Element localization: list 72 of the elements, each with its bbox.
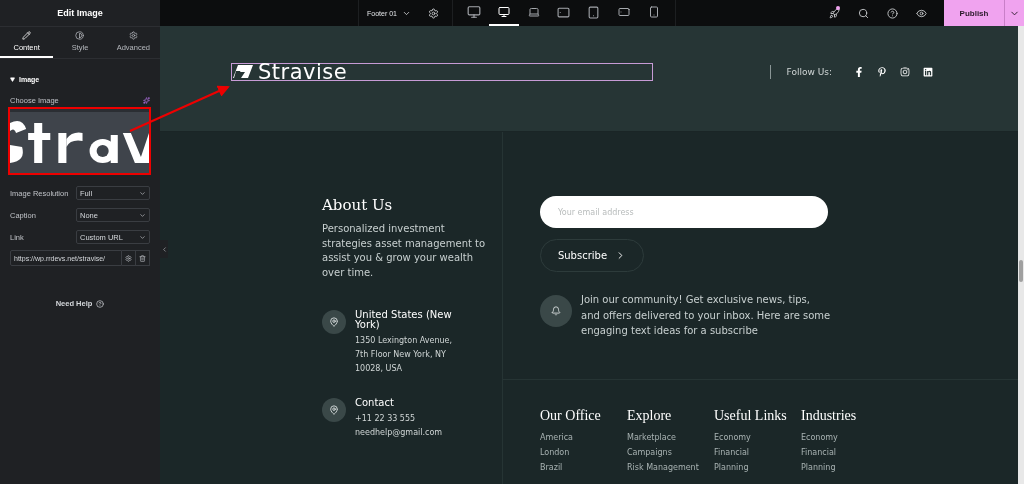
contact-title: United States (New York) — [355, 310, 453, 330]
caret-icon — [139, 233, 146, 241]
footer-link[interactable]: Marketplace — [627, 430, 714, 445]
pinterest-icon — [877, 66, 887, 77]
bell-icon — [551, 306, 561, 316]
column-heading: Useful Links — [714, 408, 788, 424]
about-text: Personalized investment strategies asset management to assist you & grow your wealth over time. — [322, 222, 487, 280]
trash-icon — [139, 254, 146, 262]
email-field[interactable]: Your email address — [540, 196, 828, 228]
settings-button[interactable] — [122, 250, 136, 266]
section-heading: About Us — [322, 196, 394, 214]
footer-link[interactable]: Economy — [801, 430, 888, 445]
scrollbar[interactable] — [1018, 26, 1024, 484]
caret-icon — [139, 189, 146, 197]
help-icon — [887, 7, 898, 19]
sparkle-icon[interactable] — [143, 97, 150, 104]
instagram-icon — [900, 66, 910, 77]
pencil-icon — [22, 31, 32, 40]
linkedin-icon — [923, 66, 933, 77]
location-icon — [329, 317, 339, 327]
eye-icon — [916, 7, 927, 19]
community-text: Join our community! Get exclusive news, tips, and offers delivered to your inbox. Here are some engaging text ideas for a subscribe — [581, 293, 831, 338]
footer-link[interactable]: Risk Management — [627, 460, 714, 475]
laptop-icon — [527, 6, 540, 18]
footer-link[interactable]: London — [540, 445, 627, 460]
logo-text: Stravise — [258, 63, 348, 80]
caret-icon — [10, 77, 15, 82]
contact-title: Contact — [355, 398, 395, 408]
social-link[interactable] — [877, 66, 887, 77]
tablet-icon — [557, 5, 571, 19]
contact-line: 1350 Lexington Avenue, — [355, 335, 453, 347]
contact-line: 10028, USA — [355, 363, 404, 375]
location-icon — [329, 405, 339, 415]
phone-icon — [647, 6, 660, 18]
logo-icon — [232, 64, 254, 79]
footer-link[interactable]: Financial — [714, 445, 801, 460]
delete-button[interactable] — [136, 250, 150, 266]
settings-icon — [427, 7, 439, 19]
follow-label: Follow Us: — [769, 64, 832, 79]
social-link[interactable] — [900, 66, 910, 77]
desktop-icon — [497, 6, 510, 18]
selected-logo-frame[interactable]: Stravise — [231, 62, 653, 81]
settings-icon — [125, 254, 132, 262]
help-icon — [96, 299, 105, 308]
chevron-left-icon — [160, 245, 168, 253]
footer-link[interactable]: Planning — [801, 460, 888, 475]
contact-line: needhelp@gmail.com — [355, 427, 444, 439]
contact-line: 7th Floor New York, NY — [355, 349, 447, 361]
social-link[interactable] — [923, 66, 933, 77]
notification-dot — [836, 6, 840, 10]
footer-link[interactable]: Economy — [714, 430, 801, 445]
facebook-icon — [854, 66, 864, 77]
desktop-icon — [466, 5, 481, 19]
publish-button[interactable]: Publish — [944, 0, 1004, 26]
phone-icon — [617, 6, 630, 18]
footer-link[interactable]: America — [540, 430, 627, 445]
footer-link[interactable]: Planning — [714, 460, 801, 475]
column-heading: Explore — [627, 408, 673, 424]
footer-link[interactable]: Financial — [801, 445, 888, 460]
tablet-icon — [587, 5, 601, 19]
rocket-icon — [829, 7, 840, 19]
footer-link[interactable]: Campaigns — [627, 445, 714, 460]
caret-icon — [139, 211, 146, 219]
social-link[interactable] — [854, 66, 864, 77]
column-heading: Our Office — [540, 408, 602, 424]
scrollbar-thumb[interactable] — [1019, 260, 1023, 282]
contrast-icon — [75, 31, 85, 40]
search-icon — [858, 7, 869, 19]
footer-link[interactable]: Brazil — [540, 460, 627, 475]
gear-icon — [128, 31, 138, 40]
column-heading: Industries — [801, 408, 858, 424]
contact-line: +11 22 33 555 — [355, 413, 417, 425]
